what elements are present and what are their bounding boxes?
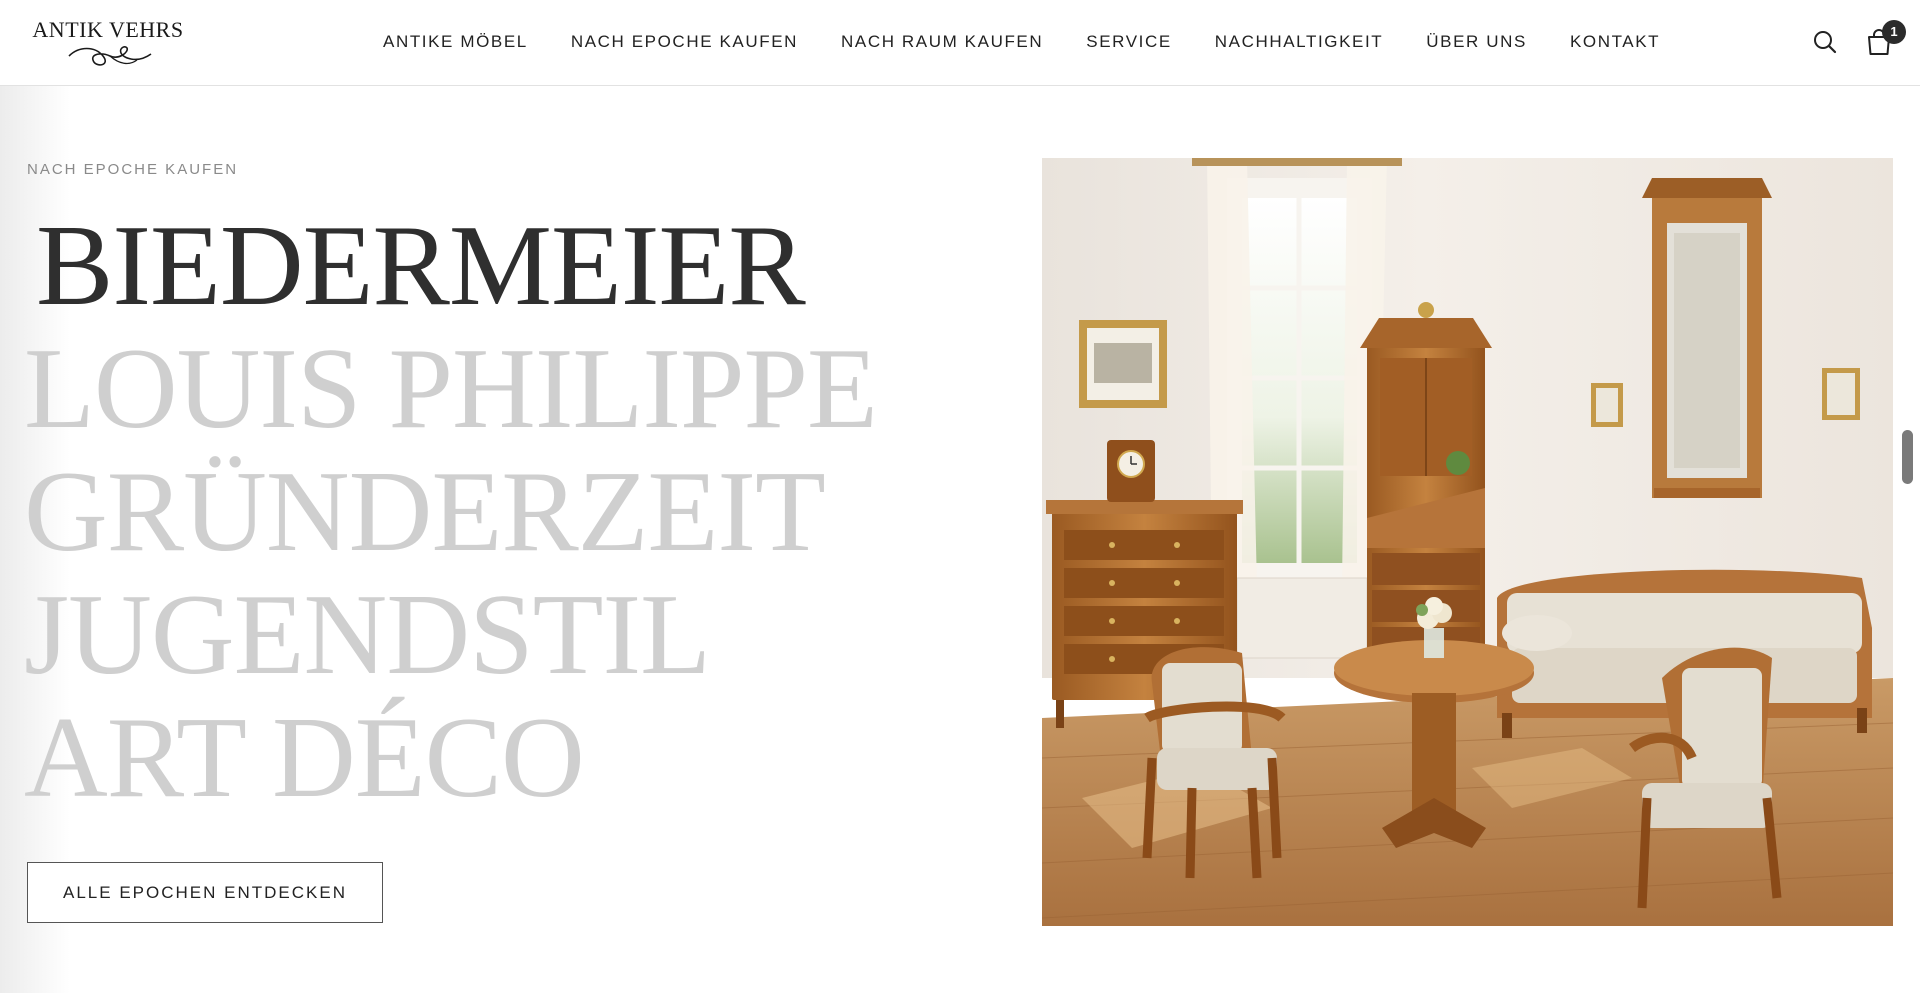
- discover-all-epochs-button[interactable]: ALLE EPOCHEN ENTDECKEN: [27, 862, 383, 923]
- main-navigation: ANTIKE MÖBEL NACH EPOCHE KAUFEN NACH RAU…: [383, 0, 1660, 84]
- search-icon: [1814, 31, 1837, 54]
- section-eyebrow: NACH EPOCHE KAUFEN: [27, 161, 239, 178]
- nav-item-ueber-uns[interactable]: ÜBER UNS: [1426, 32, 1527, 52]
- nav-item-service[interactable]: SERVICE: [1086, 32, 1172, 52]
- epoch-list: BIEDERMEIER LOUIS PHILIPPE GRÜNDERZEIT J…: [24, 205, 884, 820]
- epoch-louis-philippe[interactable]: LOUIS PHILIPPE: [24, 328, 884, 451]
- epoch-gruenderzeit[interactable]: GRÜNDERZEIT: [24, 451, 884, 574]
- page-scrollbar-thumb[interactable]: [1902, 430, 1913, 484]
- site-logo[interactable]: ANTIK VEHRS: [29, 16, 187, 68]
- nav-item-nach-raum-kaufen[interactable]: NACH RAUM KAUFEN: [841, 32, 1043, 52]
- epoch-art-deco[interactable]: ART DÉCO: [24, 697, 884, 820]
- room-illustration: [1042, 158, 1893, 926]
- cart-count-badge: 1: [1882, 20, 1906, 44]
- nav-item-nachhaltigkeit[interactable]: NACHHALTIGKEIT: [1215, 32, 1384, 52]
- logo-swirl-icon: [68, 46, 152, 66]
- search-button[interactable]: [1812, 29, 1838, 55]
- epoch-biedermeier[interactable]: BIEDERMEIER: [24, 205, 884, 328]
- biedermeier-room-image: [1042, 158, 1893, 926]
- nav-item-nach-epoche-kaufen[interactable]: NACH EPOCHE KAUFEN: [571, 32, 798, 52]
- logo-text: ANTIK VEHRS: [32, 17, 184, 42]
- nav-item-antike-moebel[interactable]: ANTIKE MÖBEL: [383, 32, 528, 52]
- nav-item-kontakt[interactable]: KONTAKT: [1570, 32, 1660, 52]
- site-header: ANTIK VEHRS ANTIKE MÖBEL NACH EPOCHE KAU…: [0, 0, 1920, 86]
- epoch-jugendstil[interactable]: JUGENDSTIL: [24, 574, 884, 697]
